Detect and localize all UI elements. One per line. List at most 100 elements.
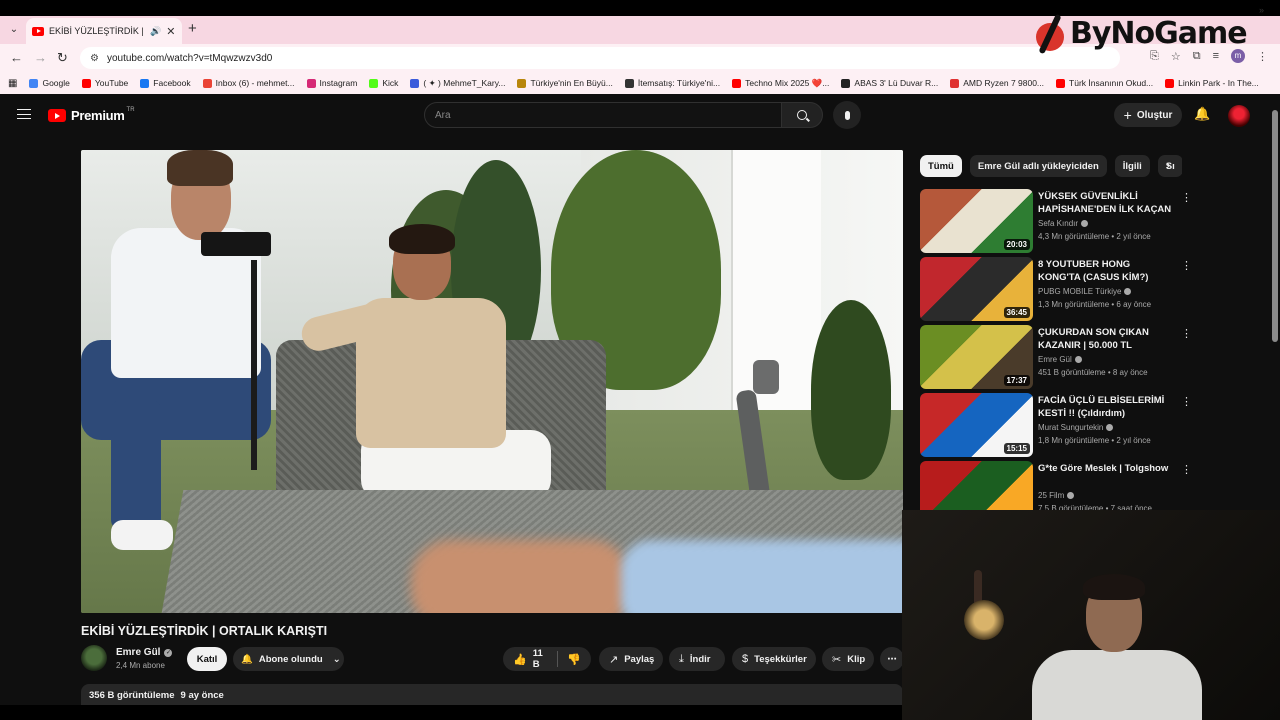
video-thumbnail[interactable]: 17:37	[920, 325, 1033, 389]
recommended-video[interactable]: 15:15 FACİA ÜÇLÜ ELBİSELERİMİ KESTİ !! (Ç…	[920, 393, 1192, 457]
recommended-channel-row[interactable]: 25 Film	[1038, 491, 1075, 500]
bookmark-favicon-icon	[841, 78, 851, 88]
site-info-icon[interactable]: ⚙	[90, 53, 99, 64]
bookmark-item[interactable]: Kick	[369, 78, 398, 88]
channel-avatar[interactable]	[81, 645, 107, 671]
filter-chip[interactable]: İlgili	[1114, 155, 1150, 177]
recommended-title[interactable]: FACİA ÜÇLÜ ELBİSELERİMİ KESTİ !! (Çıldır…	[1038, 394, 1172, 420]
tab-search-chevron-icon[interactable]: ⌄	[6, 22, 22, 38]
forward-arrow-icon[interactable]: →	[34, 50, 47, 65]
chips-next-chevron-icon[interactable]: ›	[1166, 157, 1170, 172]
search-input[interactable]	[435, 109, 735, 121]
like-thumb-up-icon[interactable]: 👍	[513, 653, 527, 666]
more-vertical-icon[interactable]: ⋮	[1181, 395, 1192, 408]
new-tab-plus-icon[interactable]: +	[188, 20, 197, 37]
like-divider	[556, 651, 558, 667]
bookmark-item[interactable]: Techno Mix 2025 ❤️...	[732, 78, 829, 89]
recommended-video[interactable]: 36:45 8 YOUTUBER HONG KONG'TA (CASUS KİM?…	[920, 257, 1192, 321]
bookmark-item[interactable]: YouTube	[81, 78, 128, 88]
bookmark-item[interactable]: Inbox (6) - mehmet...	[202, 78, 295, 88]
recommended-title[interactable]: YÜKSEK GÜVENLİKLİ HAPİSHANE'DEN İLK KAÇA…	[1038, 190, 1172, 216]
search-button[interactable]	[781, 102, 823, 128]
recommended-channel-row[interactable]: Sefa Kındır	[1038, 219, 1089, 228]
back-arrow-icon[interactable]: ←	[10, 50, 23, 65]
video-thumbnail[interactable]: 15:15	[920, 393, 1033, 457]
recommended-channel-row[interactable]: PUBG MOBILE Türkiye	[1038, 287, 1132, 296]
channel-name-row[interactable]: Emre Gül ✓	[116, 647, 173, 658]
bookmark-item[interactable]: Türkiye'nin En Büyü...	[517, 78, 613, 88]
bynogame-mark-icon	[1034, 13, 1066, 55]
join-button[interactable]: Katıl	[187, 647, 227, 671]
bookmark-item[interactable]: Instagram	[306, 78, 357, 88]
duration-badge: 17:37	[1003, 375, 1030, 386]
apps-grid-icon[interactable]: ▦	[8, 78, 17, 89]
browser-tab-active[interactable]: EKİBİ YÜZLEŞTİRDİK | ORTALIK 🔊 ✕	[26, 18, 182, 44]
share-arrow-icon: ↗	[609, 653, 619, 666]
bookmark-label: AMD Ryzen 7 9800...	[963, 78, 1045, 88]
bookmark-item[interactable]: Facebook	[140, 78, 191, 88]
video-thumbnail[interactable]: 20:03	[920, 189, 1033, 253]
bookmark-favicon-icon	[732, 78, 742, 88]
share-label: Paylaş	[624, 653, 655, 665]
more-actions-button[interactable]: ⋯	[880, 647, 904, 671]
video-thumbnail[interactable]: 36:45	[920, 257, 1033, 321]
bookmark-label: ( ✦ ) MehmeT_Kary...	[423, 77, 506, 88]
bookmark-item[interactable]: Google	[29, 78, 70, 88]
bookmark-item[interactable]: ( ✦ ) MehmeT_Kary...	[410, 78, 505, 89]
youtube-premium-logo[interactable]: Premium TR	[48, 107, 138, 123]
channel-name[interactable]: Emre Gül	[116, 647, 160, 658]
recommended-channel: Murat Sungurtekin	[1038, 423, 1104, 432]
recommended-channel-row[interactable]: Murat Sungurtekin	[1038, 423, 1114, 432]
recommended-video[interactable]: 20:03 YÜKSEK GÜVENLİKLİ HAPİSHANE'DEN İLK…	[920, 189, 1192, 253]
more-vertical-icon[interactable]: ⋮	[1181, 463, 1192, 476]
account-avatar[interactable]	[1228, 105, 1250, 127]
bynogame-logo: ByNoGame	[1034, 10, 1264, 56]
video-gimbal	[735, 360, 781, 501]
bookmark-item[interactable]: İtemsatış: Türkiye'ni...	[624, 78, 721, 88]
voice-search-button[interactable]	[833, 101, 861, 129]
bookmark-item[interactable]: AMD Ryzen 7 9800...	[950, 78, 1044, 88]
download-button[interactable]: ⤓ İndir	[669, 647, 725, 671]
recommended-video[interactable]: 17:37 ÇUKURDAN SON ÇIKAN KAZANIR | 50.000…	[920, 325, 1192, 389]
filter-chip[interactable]: Tümü	[920, 155, 962, 177]
scrollbar-thumb[interactable]	[1272, 110, 1278, 342]
download-icon: ⤓	[679, 652, 684, 665]
verified-check-icon	[1074, 356, 1082, 363]
menu-hamburger-icon[interactable]	[17, 109, 31, 119]
url-field[interactable]: ⚙ youtube.com/watch?v=tMqwzwzv3d0	[80, 47, 1120, 69]
bynogame-text: ByNoGame	[1070, 15, 1248, 51]
more-vertical-icon[interactable]: ⋮	[1181, 327, 1192, 340]
like-dislike-group: 👍 11 B 👎	[503, 647, 591, 671]
bookmark-favicon-icon	[306, 78, 316, 88]
reload-icon[interactable]: ↻	[57, 50, 68, 66]
clip-button[interactable]: ✂ Klip	[822, 647, 874, 671]
recommended-title[interactable]: 8 YOUTUBER HONG KONG'TA (CASUS KİM?) Böl…	[1038, 258, 1172, 284]
dislike-thumb-down-icon[interactable]: 👎	[567, 653, 581, 666]
more-vertical-icon[interactable]: ⋮	[1181, 259, 1192, 272]
verified-check-icon	[1081, 220, 1089, 227]
bookmark-item[interactable]: Linkin Park - In The...	[1165, 78, 1259, 88]
bookmark-label: İtemsatış: Türkiye'ni...	[637, 78, 721, 88]
filter-chip[interactable]: Emre Gül adlı yükleyiciden	[969, 155, 1107, 177]
more-vertical-icon[interactable]: ⋮	[1181, 191, 1192, 204]
search-box	[424, 102, 782, 128]
share-button[interactable]: ↗ Paylaş	[599, 647, 663, 671]
speaker-icon[interactable]: 🔊	[150, 26, 161, 37]
notifications-bell-icon[interactable]: 🔔	[1194, 107, 1210, 120]
bookmark-favicon-icon	[81, 78, 91, 88]
thanks-button[interactable]: $ Teşekkürler	[732, 647, 816, 671]
bookmark-favicon-icon	[517, 78, 527, 88]
like-count[interactable]: 11 B	[533, 648, 547, 670]
bookmark-item[interactable]: Türk İnsanının Okud...	[1056, 78, 1153, 88]
subscribed-button[interactable]: 🔔 Abone olundu ⌄	[233, 647, 344, 671]
scissors-icon: ✂	[832, 653, 842, 666]
recommended-channel-row[interactable]: Emre Gül	[1038, 355, 1082, 364]
video-foreground-hand	[411, 540, 631, 613]
filter-chips: Tümü Emre Gül adlı yükleyiciden İlgili Sı	[920, 155, 1182, 177]
recommended-title[interactable]: G*te Göre Meslek | Tolgshow	[1038, 462, 1172, 475]
recommended-title[interactable]: ÇUKURDAN SON ÇIKAN KAZANIR | 50.000 TL	[1038, 326, 1172, 352]
bookmark-item[interactable]: ABAS 3' Lü Duvar R...	[841, 78, 938, 88]
video-player[interactable]	[81, 150, 903, 613]
close-tab-icon[interactable]: ✕	[166, 25, 175, 38]
create-button[interactable]: + Oluştur	[1114, 103, 1182, 127]
